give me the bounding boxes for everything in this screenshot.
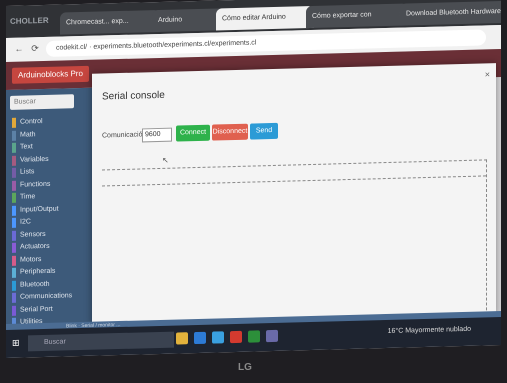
taskbar-app-icon[interactable] <box>176 332 188 345</box>
connect-button[interactable]: Connect <box>176 124 210 142</box>
blocks-sidebar: Buscar Control Math Text Variables Lists Func… <box>6 87 106 330</box>
browser-tab[interactable]: Download Bluetooth Hardware <box>400 0 501 26</box>
monitor-bezel: CHOLLER Chromecast... exp...× Arduino× C… <box>0 0 507 383</box>
baud-label: Comunicación <box>102 131 147 140</box>
taskbar-app-icon[interactable] <box>248 330 260 343</box>
browser-tab[interactable]: Arduino× <box>152 8 224 33</box>
sidebar-search-input[interactable]: Buscar <box>10 94 74 110</box>
app-logo: CHOLLER <box>10 15 49 26</box>
browser-tab[interactable]: Chromecast... exp...× <box>60 9 160 35</box>
taskbar-app-icon[interactable] <box>194 331 206 345</box>
taskbar-app-icon[interactable] <box>212 331 224 344</box>
cursor-icon: ↖ <box>162 155 169 165</box>
browser-tab[interactable]: Cómo exportar con× <box>306 3 408 29</box>
send-button[interactable]: Send <box>250 122 278 140</box>
browser-tab-active[interactable]: Cómo editar Arduino× <box>216 5 314 31</box>
serial-console-dialog: Serial console × Comunicación 9600 Conne… <box>92 63 496 326</box>
taskbar-app-icon[interactable] <box>266 329 278 343</box>
baud-select[interactable]: 9600 <box>142 127 172 143</box>
windows-start-icon[interactable]: ⊞ <box>12 338 22 348</box>
back-icon[interactable]: ← <box>12 41 26 55</box>
taskbar-app-icon[interactable] <box>230 330 242 344</box>
reload-icon[interactable]: ⟳ <box>28 41 42 55</box>
close-icon[interactable]: × <box>485 69 490 79</box>
taskbar-search-input[interactable]: Buscar <box>28 331 174 352</box>
monitor-logo: LG <box>238 362 252 373</box>
brand-badge[interactable]: Arduinoblocks Pro <box>12 65 89 84</box>
dialog-title: Serial console <box>102 89 165 103</box>
weather-tray[interactable]: 16°C Mayormente nublado <box>388 326 471 335</box>
disconnect-button[interactable]: Disconnect <box>212 123 248 141</box>
screen: CHOLLER Chromecast... exp...× Arduino× C… <box>6 0 501 359</box>
